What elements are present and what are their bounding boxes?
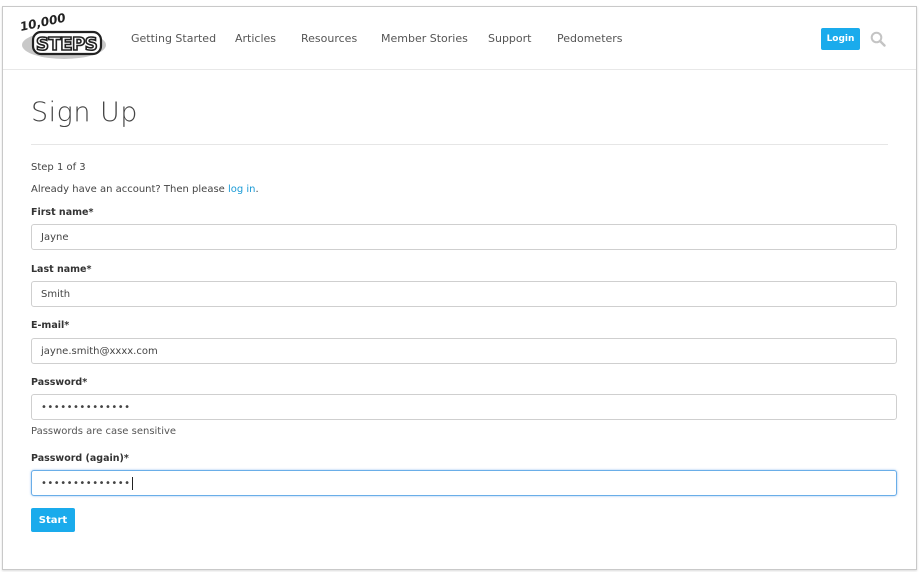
step-indicator: Step 1 of 3 <box>31 162 86 173</box>
page-title: Sign Up <box>31 97 138 128</box>
email-input[interactable]: jayne.smith@xxxx.com <box>31 338 897 364</box>
account-prompt: Already have an account? Then please log… <box>31 184 259 195</box>
nav-articles[interactable]: Articles <box>235 32 276 45</box>
last-name-input[interactable]: Smith <box>31 281 897 307</box>
email-value: jayne.smith@xxxx.com <box>41 345 158 357</box>
nav-pedometers[interactable]: Pedometers <box>557 32 623 45</box>
password-input[interactable]: •••••••••••••• <box>31 394 897 420</box>
start-button[interactable]: Start <box>31 508 75 532</box>
nav-member-stories[interactable]: Member Stories <box>381 32 468 45</box>
password-value: •••••••••••••• <box>41 401 131 413</box>
site-logo[interactable]: 10,000 STEPS <box>17 11 107 63</box>
logo-graphic: 10,000 STEPS <box>19 11 106 59</box>
first-name-value: Jayne <box>41 231 69 243</box>
account-prompt-end: . <box>255 184 259 195</box>
password-again-label: Password (again)* <box>31 453 129 464</box>
password-again-input[interactable]: •••••••••••••• <box>31 470 897 496</box>
last-name-label: Last name* <box>31 264 92 275</box>
search-icon[interactable] <box>870 31 886 47</box>
password-again-value: •••••••••••••• <box>41 477 131 489</box>
browser-frame: 10,000 STEPS Getting Started Articles Re… <box>2 6 917 570</box>
password-hint: Passwords are case sensitive <box>31 426 177 437</box>
svg-text:10,000: 10,000 <box>19 11 67 34</box>
account-prompt-text: Already have an account? Then please <box>31 184 228 195</box>
email-label: E-mail* <box>31 320 70 331</box>
text-caret <box>131 476 133 490</box>
nav-resources[interactable]: Resources <box>301 32 357 45</box>
svg-text:STEPS: STEPS <box>36 34 97 55</box>
navbar: 10,000 STEPS Getting Started Articles Re… <box>3 7 916 70</box>
last-name-value: Smith <box>41 288 71 300</box>
password-label: Password* <box>31 377 88 388</box>
login-link[interactable]: log in <box>228 184 256 195</box>
nav-getting-started[interactable]: Getting Started <box>131 32 216 45</box>
nav-support[interactable]: Support <box>488 32 531 45</box>
first-name-input[interactable]: Jayne <box>31 224 897 250</box>
first-name-label: First name* <box>31 207 94 218</box>
login-button[interactable]: Login <box>821 28 860 50</box>
title-divider <box>31 144 888 145</box>
